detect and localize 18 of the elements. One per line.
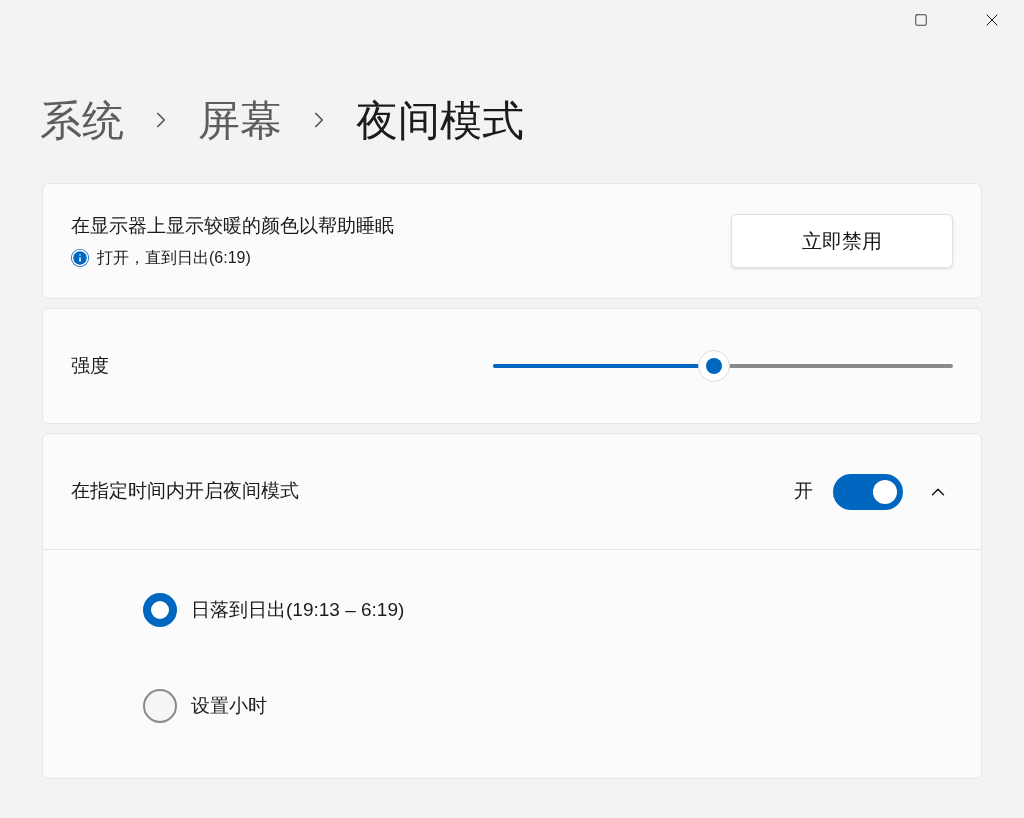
radio-option[interactable]: 设置小时 — [143, 688, 981, 724]
card-title: 在显示器上显示较暖的颜色以帮助睡眠 — [71, 213, 395, 238]
status-text: 打开，直到日出(6:19) — [97, 248, 251, 269]
schedule-toggle[interactable] — [833, 473, 903, 510]
page-title: 夜间模式 — [356, 95, 524, 146]
strength-label: 强度 — [71, 353, 110, 378]
maximize-icon — [914, 13, 928, 27]
schedule-label: 在指定时间内开启夜间模式 — [71, 479, 300, 504]
radio-button[interactable] — [143, 689, 177, 723]
info-icon — [71, 249, 89, 268]
breadcrumb-link[interactable]: 屏幕 — [198, 88, 282, 152]
radio-option[interactable]: 日落到日出(19:13 – 6:19) — [143, 592, 981, 628]
slider-thumb[interactable] — [697, 350, 730, 382]
disable-button[interactable]: 立即禁用 — [731, 214, 953, 268]
toggle-label: 开 — [794, 479, 813, 504]
strength-slider[interactable] — [493, 350, 953, 382]
breadcrumb-link[interactable]: 系统 — [40, 88, 124, 152]
radio-button[interactable] — [143, 593, 177, 627]
